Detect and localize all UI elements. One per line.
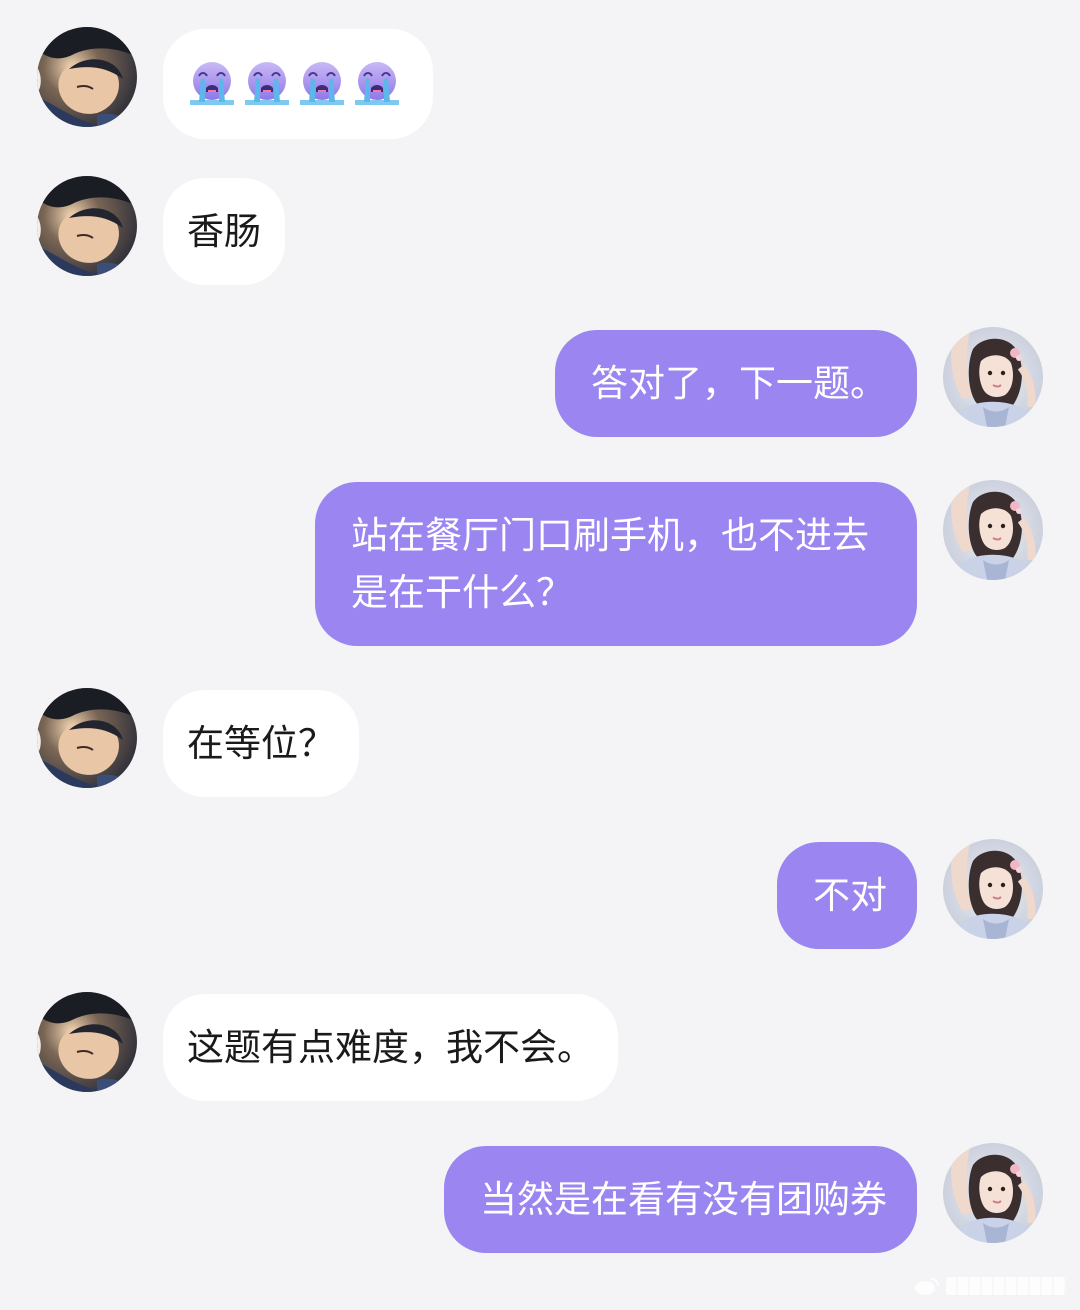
outgoing-message-bubble[interactable]: 当然是在看有没有团购券 [444, 1146, 917, 1253]
outgoing-message-bubble[interactable]: 不对 [777, 842, 917, 949]
crying-face-icon [187, 58, 237, 108]
incoming-message-bubble[interactable]: 这题有点难度，我不会。 [163, 994, 618, 1101]
incoming-message-bubble[interactable]: 在等位？ [163, 690, 359, 797]
weibo-logo-icon [915, 1278, 939, 1295]
outgoing-message-bubble[interactable]: 站在餐厅门口刷手机，也不进去是在干什么？ [315, 482, 917, 646]
message-text: 不对 [813, 874, 887, 917]
message-text: 答对了，下一题。 [591, 362, 887, 405]
incoming-avatar[interactable] [37, 27, 137, 127]
crying-face-icon [352, 58, 402, 108]
incoming-emoji-bubble[interactable] [163, 29, 433, 139]
message-text: 当然是在看有没有团购券 [480, 1178, 887, 1221]
outgoing-message-bubble[interactable]: 答对了，下一题。 [555, 330, 917, 437]
message-text: 香肠 [187, 210, 261, 253]
message-text: 在等位？ [187, 722, 335, 765]
watermark [914, 1276, 1066, 1296]
message-text: 这题有点难度，我不会。 [187, 1026, 594, 1069]
incoming-message-bubble[interactable]: 香肠 [163, 178, 285, 285]
emoji-row [187, 54, 409, 108]
crying-face-icon [242, 58, 292, 108]
crying-face-icon [297, 58, 347, 108]
incoming-avatar[interactable] [37, 992, 137, 1092]
incoming-avatar[interactable] [37, 688, 137, 788]
outgoing-avatar[interactable] [943, 480, 1043, 580]
watermark-text-block [946, 1277, 1066, 1295]
incoming-avatar[interactable] [37, 176, 137, 276]
chat-thread: 香肠 答对了，下一题。 站在餐厅门口刷手机，也不进去是在干什么？ 在等位？ 不对… [0, 0, 1080, 1310]
outgoing-avatar[interactable] [943, 327, 1043, 427]
message-text: 站在餐厅门口刷手机，也不进去是在干什么？ [351, 514, 869, 614]
outgoing-avatar[interactable] [943, 1143, 1043, 1243]
outgoing-avatar[interactable] [943, 839, 1043, 939]
